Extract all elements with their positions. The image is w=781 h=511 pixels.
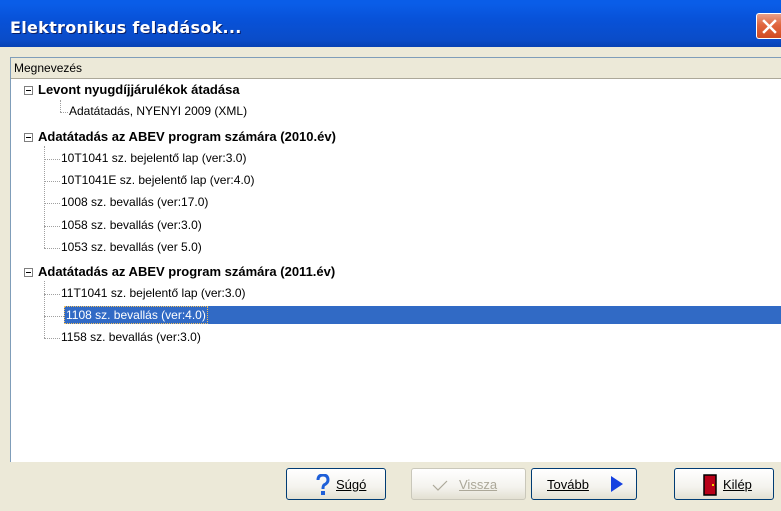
button-bar: Súgó Vissza Tovább Kilép [10, 463, 781, 511]
question-mark-icon [316, 474, 330, 495]
dialog-window: Elektronikus feladások... Megnevezés Lev… [0, 0, 781, 511]
exit-button[interactable]: Kilép [674, 468, 774, 500]
tree-item[interactable]: 1158 sz. bevallás (ver:3.0) [60, 329, 202, 345]
collapse-toggle[interactable] [24, 133, 33, 142]
help-button[interactable]: Súgó [286, 468, 386, 500]
tree-group-label[interactable]: Levont nyugdíjjárulékok átadása [38, 82, 240, 97]
window-title: Elektronikus feladások... [10, 18, 242, 37]
tree-group-label[interactable]: Adatátadás az ABEV program számára (2010… [38, 129, 336, 144]
task-list-panel[interactable]: Megnevezés Levont nyugdíjjárulékok átadá… [10, 57, 781, 462]
tree-item[interactable]: Adatátadás, NYENYI 2009 (XML) [68, 103, 248, 119]
back-button-label: Vissza [459, 477, 498, 492]
tree-item-selected[interactable]: 1108 sz. bevallás (ver:4.0) [64, 306, 208, 324]
tree-item[interactable]: 1058 sz. bevallás (ver:3.0) [60, 217, 203, 233]
column-header-label: Megnevezés [14, 61, 83, 75]
check-mark-icon [432, 480, 448, 491]
tree-group-label[interactable]: Adatátadás az ABEV program számára (2011… [38, 264, 335, 279]
door-exit-icon [703, 474, 717, 496]
collapse-toggle[interactable] [24, 86, 33, 95]
title-bar[interactable]: Elektronikus feladások... [0, 0, 781, 47]
tree-item[interactable]: 10T1041 sz. bejelentő lap (ver:3.0) [60, 150, 247, 166]
help-button-label: Súgó [336, 477, 367, 492]
tree-item[interactable]: 1008 sz. bevallás (ver:17.0) [60, 194, 209, 210]
column-header[interactable]: Megnevezés [11, 58, 781, 79]
close-icon [762, 19, 777, 34]
exit-button-label: Kilép [723, 477, 752, 492]
tree-item[interactable]: 11T1041 sz. bejelentő lap (ver:3.0) [60, 285, 247, 301]
next-button[interactable]: Tovább [531, 468, 637, 500]
next-button-label: Tovább [547, 477, 589, 492]
back-button[interactable]: Vissza [411, 468, 526, 500]
tree-item[interactable]: 1053 sz. bevallás (ver 5.0) [60, 239, 203, 255]
close-button[interactable] [756, 13, 781, 39]
tree-item[interactable]: 10T1041E sz. bejelentő lap (ver:4.0) [60, 172, 255, 188]
arrow-right-icon [611, 476, 623, 492]
collapse-toggle[interactable] [24, 268, 33, 277]
